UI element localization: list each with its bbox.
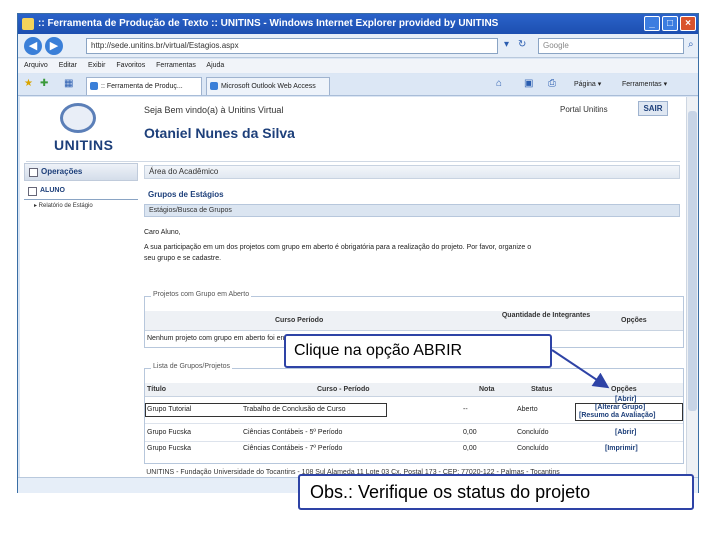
logo-emblem: [60, 103, 96, 133]
row-title: Grupo Fucska: [147, 429, 191, 436]
tab-list-icon[interactable]: ▦: [64, 78, 73, 89]
column-header: Opções: [611, 386, 637, 393]
print-icon[interactable]: ⎙: [548, 78, 556, 89]
feeds-icon[interactable]: ▣: [524, 78, 533, 89]
open-link[interactable]: [Abrir]: [615, 429, 636, 436]
page-icon: [90, 82, 98, 90]
divider: [26, 161, 680, 162]
search-input[interactable]: Google: [538, 38, 684, 54]
column-header: Curso - Período: [317, 386, 370, 393]
menu-item[interactable]: Exibir: [88, 62, 106, 69]
refresh-icon[interactable]: ↻: [518, 39, 526, 50]
tab-label: :: Ferramenta de Produç...: [101, 83, 183, 90]
evaluation-summary-link[interactable]: [Resumo da Avaliação]: [579, 412, 656, 419]
sidebar-item-aluno[interactable]: ALUNO: [24, 184, 138, 198]
menu-item[interactable]: Favoritos: [116, 62, 145, 69]
breadcrumb: Estágios/Busca de Grupos: [144, 204, 680, 217]
logo-text: UNITINS: [54, 137, 114, 153]
tab-label: Microsoft Outlook Web Access: [221, 83, 316, 90]
column-header: Curso Período: [275, 317, 324, 324]
tab-outlook[interactable]: Microsoft Outlook Web Access: [206, 77, 330, 95]
row-divider: [145, 441, 683, 442]
row-course: Trabalho de Conclusão de Curso: [243, 406, 346, 413]
minimize-button[interactable]: _: [644, 16, 660, 31]
scrollbar-thumb[interactable]: [688, 111, 697, 411]
row-status: Concluído: [517, 445, 549, 452]
favorites-star-icon[interactable]: ★: [24, 78, 33, 89]
logout-button[interactable]: SAIR: [638, 101, 668, 116]
menu-item[interactable]: Editar: [59, 62, 77, 69]
welcome-text: Seja Bem vindo(a) à Unitins Virtual: [144, 105, 284, 115]
row-title: Grupo Tutorial: [147, 406, 192, 413]
row-course: Ciências Contábeis - 5º Período: [243, 429, 343, 436]
menu-item[interactable]: Ferramentas: [156, 62, 196, 69]
print-link[interactable]: [Imprimir]: [605, 445, 638, 452]
row-status: Concluído: [517, 429, 549, 436]
table-header: Título Curso - Período Nota Status Opçõe…: [145, 383, 683, 397]
dropdown-icon[interactable]: ▾: [504, 39, 509, 50]
url-field[interactable]: http://sede.unitins.br/virtual/Estagios.…: [86, 38, 498, 54]
column-header: Título: [147, 386, 167, 393]
page-icon: [210, 82, 218, 90]
slide: :: Ferramenta de Produção de Texto :: UN…: [0, 0, 720, 540]
menu-item[interactable]: Arquivo: [24, 62, 48, 69]
address-bar: ◀ ▶ http://sede.unitins.br/virtual/Estag…: [18, 34, 698, 58]
row-grade: --: [463, 406, 468, 413]
row-title: Grupo Fucska: [147, 445, 191, 452]
message-body: A sua participação em um dos projetos co…: [144, 244, 532, 251]
vertical-scrollbar[interactable]: [686, 97, 698, 477]
column-header: Nota: [479, 386, 495, 393]
web-page: UNITINS Seja Bem vindo(a) à Unitins Virt…: [20, 97, 686, 477]
tools-menu[interactable]: Ferramentas ▾: [622, 78, 667, 92]
fieldset-legend: Lista de Grupos/Projetos: [151, 363, 233, 370]
back-icon[interactable]: ◀: [24, 37, 42, 55]
message-body: seu grupo e se cadastre.: [144, 255, 222, 262]
groups-list-fieldset: Lista de Grupos/Projetos Título Curso - …: [144, 363, 684, 464]
info-message: Caro Aluno, A sua participação em um dos…: [144, 227, 680, 264]
window-title: :: Ferramenta de Produção de Texto :: UN…: [38, 18, 499, 29]
edit-group-link[interactable]: [Alterar Grupo]: [595, 404, 645, 411]
forward-icon[interactable]: ▶: [45, 37, 63, 55]
home-icon[interactable]: ⌂: [496, 78, 502, 89]
close-button[interactable]: ×: [680, 16, 696, 31]
message-greeting: Caro Aluno,: [144, 229, 181, 236]
portal-link[interactable]: Portal Unitins: [560, 105, 608, 114]
unitins-logo: UNITINS: [28, 103, 138, 159]
sidebar-item-relatorio[interactable]: ▸ Relatório de Estágio: [34, 202, 93, 209]
fieldset-legend: Projetos com Grupo em Aberto: [151, 291, 252, 298]
callout-open-instruction: Clique na opção ABRIR: [284, 334, 552, 368]
menu-bar: Arquivo Editar Exibir Favoritos Ferramen…: [18, 59, 698, 73]
browser-window: :: Ferramenta de Produção de Texto :: UN…: [17, 13, 699, 493]
divider: [24, 199, 138, 200]
user-name: Otaniel Nunes da Silva: [144, 125, 295, 141]
menu-item[interactable]: Ajuda: [206, 62, 224, 69]
page-menu[interactable]: Página ▾: [574, 78, 601, 92]
table-header: Curso Período Quantidade de Integrantes …: [145, 311, 683, 331]
row-status: Aberto: [517, 406, 538, 413]
row-grade: 0,00: [463, 445, 477, 452]
open-link[interactable]: [Abrir]: [615, 396, 636, 403]
row-course: Ciências Contábeis - 7º Período: [243, 445, 343, 452]
sidebar-section-operacoes[interactable]: Operações: [24, 163, 138, 181]
callout-status-note: Obs.: Verifique os status do projeto: [298, 474, 694, 510]
title-bar: :: Ferramenta de Produção de Texto :: UN…: [18, 14, 698, 34]
row-divider: [145, 423, 683, 424]
ie-icon: [22, 18, 34, 30]
column-header: Opções: [621, 317, 647, 324]
row-grade: 0,00: [463, 429, 477, 436]
add-favorite-icon[interactable]: ✚: [40, 78, 48, 89]
tab-ferramenta[interactable]: :: Ferramenta de Produç...: [86, 77, 202, 95]
search-icon[interactable]: ⌕: [688, 39, 694, 50]
column-header: Quantidade de Integrantes: [501, 312, 591, 319]
tab-bar: ★ ✚ ▦ :: Ferramenta de Produç... Microso…: [18, 74, 698, 96]
page-title: Grupos de Estágios: [148, 190, 224, 199]
area-header: Área do Acadêmico: [144, 165, 680, 179]
column-header: Status: [531, 386, 553, 393]
sidebar: Operações ALUNO ▸ Relatório de Estágio: [24, 163, 138, 229]
maximize-button[interactable]: □: [662, 16, 678, 31]
